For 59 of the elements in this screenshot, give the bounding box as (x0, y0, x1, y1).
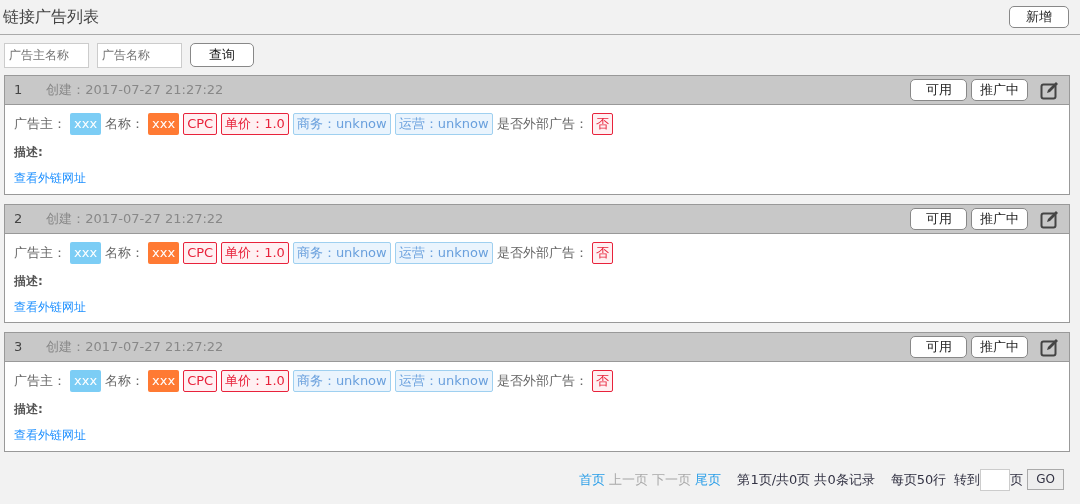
tag: CPC (183, 370, 218, 392)
tag: CPC (183, 241, 218, 264)
edit-icon[interactable] (1040, 208, 1060, 229)
field-label: 广告主： (14, 243, 66, 262)
goto-label: 转到 (954, 470, 981, 489)
tag: 否 (591, 113, 613, 135)
field-label: 是否外部广告： (496, 243, 588, 262)
tag: 运营：unknow (394, 370, 493, 392)
field-label: 名称： (105, 115, 145, 134)
tag: 商务：unknow (292, 241, 391, 264)
tag: 运营：unknow (394, 113, 493, 135)
field-label: 名称： (105, 243, 145, 262)
row-number: 3 (14, 338, 23, 357)
status-button[interactable]: 推广中 (971, 336, 1028, 358)
row-number: 2 (14, 209, 23, 228)
field-label: 广告主： (14, 115, 66, 134)
go-button[interactable]: GO (1027, 469, 1064, 490)
status-button[interactable]: 可用 (910, 336, 967, 358)
tag: 商务：unknow (292, 370, 391, 392)
tag: 否 (591, 370, 613, 392)
add-button[interactable]: 新增 (1009, 6, 1069, 28)
edit-icon[interactable] (1040, 337, 1060, 357)
tag: xxx (70, 113, 102, 135)
field-label: 是否外部广告： (496, 372, 588, 391)
field-label: 是否外部广告： (496, 115, 588, 134)
tag: xxx (70, 370, 102, 392)
tag: CPC (183, 113, 218, 135)
tag: 单价：1.0 (221, 370, 289, 392)
description-label: 描述: (14, 401, 44, 418)
status-button[interactable]: 可用 (910, 79, 967, 101)
status-button[interactable]: 推广中 (971, 79, 1028, 101)
page-summary: 第1页/共0页 共0条记录 (737, 470, 875, 489)
tag: xxx (148, 370, 180, 392)
description-label: 描述: (14, 144, 44, 161)
page-title: 链接广告列表 (3, 6, 99, 28)
search-field[interactable]: 广告主名称 (4, 42, 89, 68)
edit-icon[interactable] (1040, 80, 1060, 100)
per-page-text: 每页50行 (890, 470, 947, 489)
page-field[interactable] (980, 468, 1011, 491)
created-time: 创建：2017-07-27 21:27:22 (46, 209, 225, 228)
status-button[interactable]: 可用 (910, 207, 967, 230)
created-time: 创建：2017-07-27 21:27:22 (46, 338, 225, 357)
row-number: 1 (14, 81, 23, 100)
tag: 单价：1.0 (221, 241, 289, 264)
field-label: 名称： (105, 372, 145, 391)
tag: xxx (148, 241, 180, 264)
tag: xxx (148, 113, 180, 135)
tag: 单价：1.0 (221, 113, 289, 135)
field-label: 广告主： (14, 372, 66, 391)
tag: xxx (70, 241, 102, 264)
page-suffix: 页 (1010, 470, 1024, 489)
description-label: 描述: (14, 272, 44, 290)
created-time: 创建：2017-07-27 21:27:22 (46, 81, 225, 100)
search-field[interactable]: 广告名称 (97, 42, 182, 68)
search-button[interactable]: 查询 (190, 43, 254, 67)
tag: 否 (591, 241, 613, 264)
tag: 运营：unknow (394, 241, 493, 264)
status-button[interactable]: 推广中 (971, 207, 1028, 230)
tag: 商务：unknow (292, 113, 391, 135)
